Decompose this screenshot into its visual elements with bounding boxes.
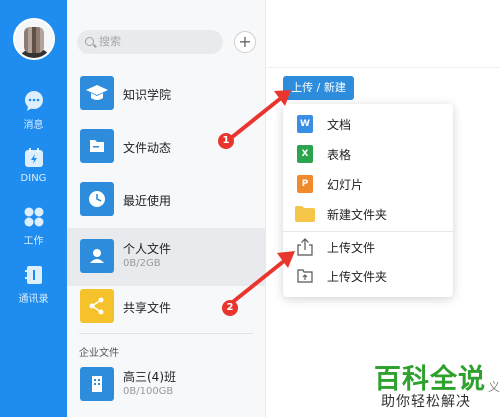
panel-item-label: 共享文件 [123, 301, 172, 315]
rail-item-contacts[interactable]: 通讯录 [0, 264, 67, 305]
clock-icon [80, 182, 114, 216]
rail-item-messages[interactable]: 消息 [0, 90, 67, 131]
menu-item-label: 文档 [327, 118, 352, 132]
header-divider [267, 67, 500, 68]
rail-label: 消息 [23, 120, 44, 131]
chat-icon [24, 91, 43, 111]
add-button[interactable]: + [234, 31, 256, 53]
folder-icon [80, 129, 114, 163]
person-icon [80, 239, 114, 273]
ding-icon [24, 148, 43, 167]
folder-icon [295, 206, 315, 222]
avatar-face-pixelated [24, 27, 44, 53]
annotation-arrow-2 [232, 251, 295, 303]
menu-item-label: 新建文件夹 [327, 208, 388, 222]
storage-usage: 0B/2GB [123, 258, 161, 269]
menu-item-upload-file[interactable]: 上传文件 [283, 233, 453, 261]
watermark-subtitle: 助你轻松解决 [381, 394, 471, 410]
share-icon [80, 289, 114, 323]
upload-file-icon [297, 238, 313, 256]
divider [79, 333, 253, 334]
doc-icon: W [297, 115, 313, 133]
annotation-badge-2: 2 [222, 300, 238, 316]
search-icon [85, 37, 94, 46]
watermark-edge-glyph: 义 [488, 380, 500, 394]
search-input[interactable]: 搜索 [77, 30, 223, 54]
rail-label: 工作 [23, 236, 44, 247]
search-placeholder: 搜索 [99, 35, 121, 48]
menu-item-label: 上传文件夹 [327, 270, 388, 284]
menu-separator [283, 231, 453, 232]
left-rail: 消息 DING 工作 通讯录 [0, 0, 67, 417]
storage-usage: 0B/100GB [123, 386, 174, 397]
menu-item-label: 表格 [327, 148, 352, 162]
menu-item-upload-folder[interactable]: 上传文件夹 [283, 262, 453, 290]
upload-new-dropdown-menu: W 文档 X 表格 P 幻灯片 新建文件夹 上传文件 上传文件夹 [283, 104, 453, 297]
contacts-icon [24, 266, 42, 284]
building-icon [80, 367, 114, 401]
panel-item-label: 高三(4)班 [123, 370, 176, 384]
menu-item-new-folder[interactable]: 新建文件夹 [283, 200, 453, 228]
rail-item-ding[interactable]: DING [0, 147, 67, 184]
panel-item-label: 个人文件 [123, 242, 172, 256]
menu-item-label: 幻灯片 [327, 178, 364, 192]
panel-item-recent[interactable]: 最近使用 [67, 171, 266, 229]
panel-item-label: 最近使用 [123, 194, 172, 208]
sheet-icon: X [297, 145, 313, 163]
menu-item-label: 上传文件 [327, 241, 376, 255]
annotation-arrow-1 [229, 90, 291, 140]
file-categories-panel: 搜索 + 知识学院 文件动态 最近使用 个人文件 0B/2GB 共享文件 企业文… [67, 0, 266, 417]
avatar[interactable] [13, 18, 55, 60]
menu-item-slides[interactable]: P 幻灯片 [283, 170, 453, 198]
slides-icon: P [297, 175, 313, 193]
rail-label: 通讯录 [18, 294, 49, 305]
graduation-cap-icon [80, 76, 114, 110]
annotation-badge-1: 1 [218, 133, 234, 149]
rail-item-work[interactable]: 工作 [0, 206, 67, 247]
panel-item-label: 文件动态 [123, 141, 172, 155]
panel-item-label: 知识学院 [123, 88, 172, 102]
upload-folder-icon [297, 269, 313, 283]
panel-item-class-folder[interactable]: 高三(4)班 0B/100GB [67, 356, 266, 414]
menu-item-document[interactable]: W 文档 [283, 110, 453, 138]
rail-label: DING [20, 173, 47, 184]
apps-grid-icon [24, 207, 43, 227]
menu-item-spreadsheet[interactable]: X 表格 [283, 140, 453, 168]
